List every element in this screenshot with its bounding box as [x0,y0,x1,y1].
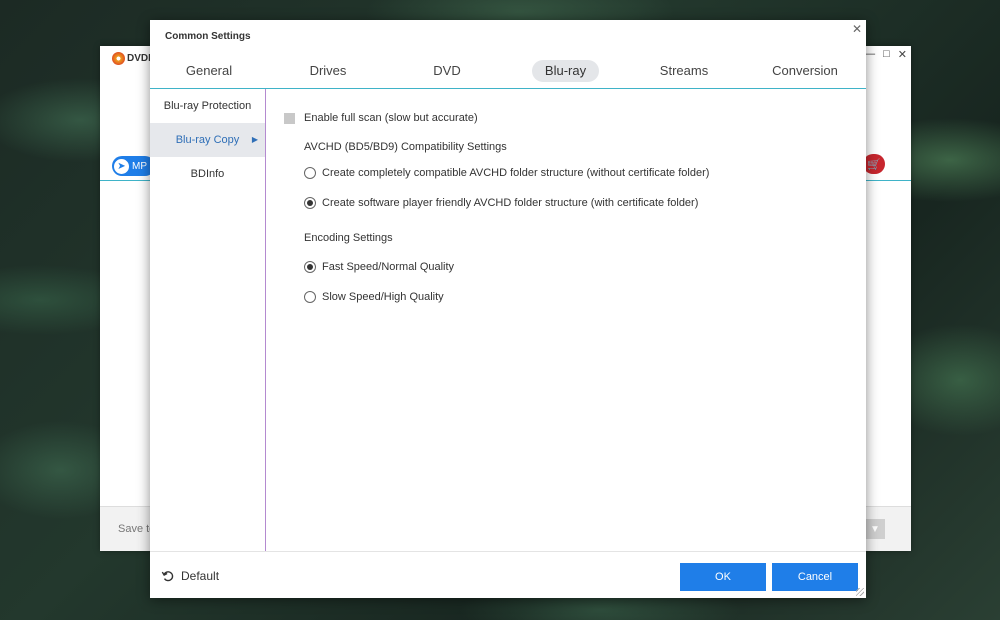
encoding-option-fast[interactable]: Fast Speed/Normal Quality [304,261,454,273]
mode-tab[interactable]: ➤ MP [112,156,155,176]
app-logo: DVDI [112,52,151,65]
full-scan-label: Enable full scan (slow but accurate) [304,112,478,124]
ok-button[interactable]: OK [680,563,766,591]
radio-button[interactable] [304,291,316,303]
encoding-option-label: Fast Speed/Normal Quality [322,261,455,273]
full-scan-checkbox[interactable] [284,112,295,124]
encoding-option-label: Slow Speed/High Quality [322,291,444,303]
avchd-option-compatible[interactable]: Create completely compatible AVCHD folde… [304,167,709,179]
resize-grip[interactable] [856,588,864,596]
settings-sidebar: Blu-ray Protection Blu-ray Copy ▶ BDInfo [150,89,266,551]
sidebar-item-label: Blu-ray Protection [163,100,252,112]
dialog-title: Common Settings [165,31,251,42]
encoding-section-heading: Encoding Settings [304,232,393,244]
reset-icon [161,571,174,582]
radio-button[interactable] [304,261,316,273]
sidebar-item-blu-ray-protection[interactable]: Blu-ray Protection [150,89,265,123]
sidebar-item-bdinfo[interactable]: BDInfo [150,157,265,191]
tab-bar: General Drives DVD Blu-ray Streams Conve… [150,58,866,88]
dialog-footer: Default OK Cancel [150,551,866,598]
encoding-option-slow[interactable]: Slow Speed/High Quality [304,291,444,303]
tab-general[interactable]: General [168,60,250,82]
cancel-button[interactable]: Cancel [772,563,858,591]
tab-blu-ray[interactable]: Blu-ray [532,60,599,82]
close-icon[interactable]: ✕ [852,22,862,36]
tab-streams[interactable]: Streams [643,60,725,82]
tab-drives[interactable]: Drives [287,60,369,82]
sidebar-item-label: BDInfo [190,168,225,180]
cart-icon[interactable]: 🛒 [863,154,885,174]
window-controls: — □ ✕ [864,48,907,61]
default-button[interactable]: Default [161,569,219,583]
full-scan-option[interactable]: Enable full scan (slow but accurate) [284,112,478,124]
maximize-icon[interactable]: □ [883,48,890,61]
avchd-option-label: Create completely compatible AVCHD folde… [322,167,710,179]
settings-content: Enable full scan (slow but accurate) AVC… [266,89,866,551]
mode-tab-label: MP [132,160,147,172]
common-settings-dialog: Common Settings ✕ General Drives DVD Blu… [150,20,866,598]
chevron-down-icon[interactable]: ▼ [865,519,885,539]
avchd-section-heading: AVCHD (BD5/BD9) Compatibility Settings [304,141,507,153]
avchd-option-player-friendly[interactable]: Create software player friendly AVCHD fo… [304,197,698,209]
sidebar-item-blu-ray-copy[interactable]: Blu-ray Copy ▶ [150,123,265,157]
tab-dvd[interactable]: DVD [406,60,488,82]
disc-logo-icon [112,52,125,65]
radio-button[interactable] [304,197,316,209]
avchd-option-label: Create software player friendly AVCHD fo… [322,197,699,209]
app-logo-text: DVDI [127,53,151,64]
arrow-right-icon: ➤ [114,158,129,174]
radio-button[interactable] [304,167,316,179]
tab-conversion[interactable]: Conversion [762,60,848,82]
sidebar-item-label: Blu-ray Copy [175,134,240,146]
default-label: Default [181,569,220,583]
caret-right-icon: ▶ [251,135,258,144]
close-icon[interactable]: ✕ [898,48,907,61]
